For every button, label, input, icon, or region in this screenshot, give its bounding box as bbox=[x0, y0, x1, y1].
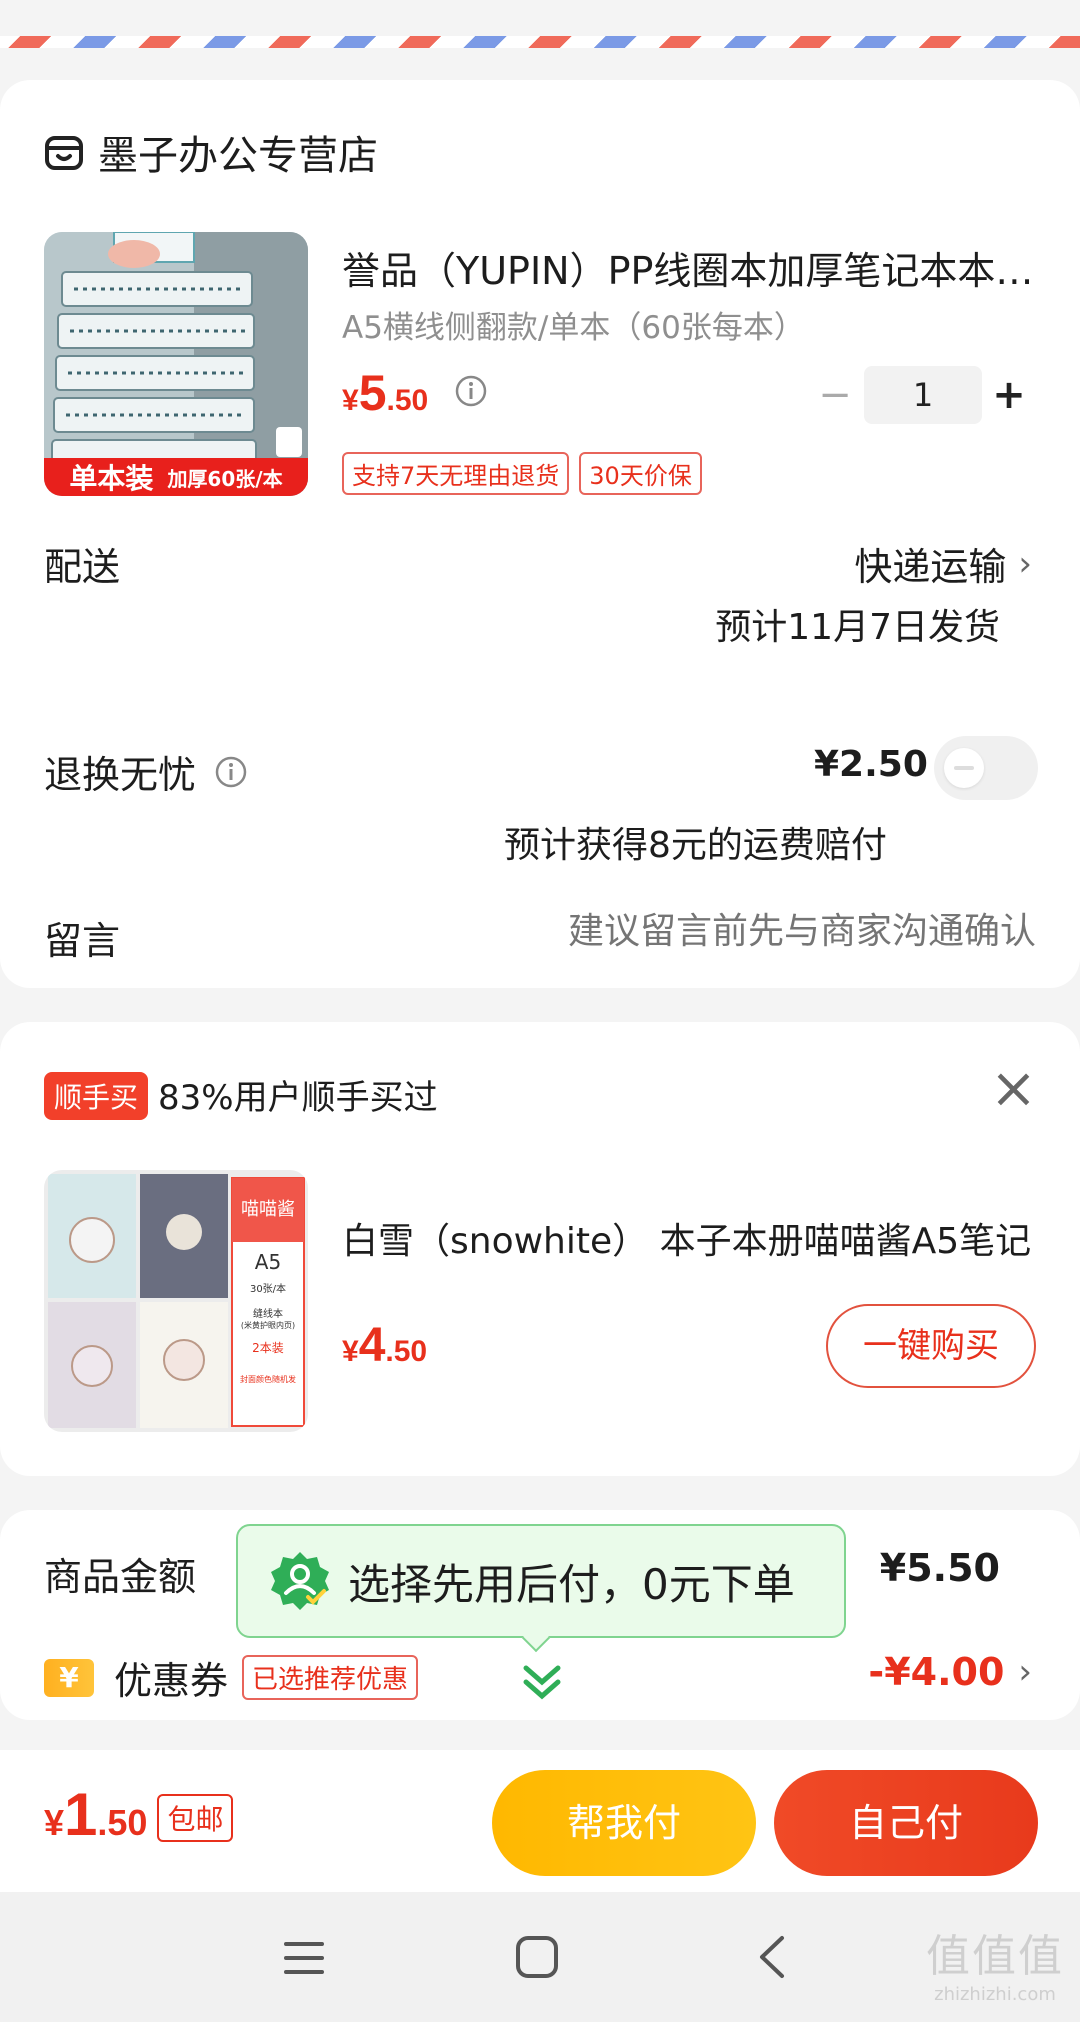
product-thumbnail[interactable]: 单本装 加厚60张/本 bbox=[44, 232, 308, 496]
coupon-row[interactable]: ¥ 优惠券 已选推荐优惠 bbox=[44, 1650, 419, 1705]
banner-main-text: 单本装 bbox=[69, 462, 154, 495]
message-label: 留言 bbox=[44, 919, 121, 963]
pay-bar: ¥ 1 .50 包邮 帮我付 自己付 bbox=[0, 1750, 1080, 1892]
pay-for-me-button[interactable]: 帮我付 bbox=[492, 1770, 756, 1876]
banner-sub-text: 加厚60张/本 bbox=[167, 466, 283, 491]
price-symbol: ¥ bbox=[342, 384, 359, 417]
total-price-integer: 1 bbox=[64, 1781, 98, 1848]
product-spec[interactable]: A5横线侧翻款/单本（60张每本） bbox=[342, 302, 805, 347]
thumb-title: 喵喵酱 bbox=[241, 1199, 295, 1220]
menu-nav-icon[interactable] bbox=[282, 1936, 326, 1980]
close-icon[interactable]: × bbox=[990, 1054, 1037, 1124]
thumb-line3: (米黄护眼内页) bbox=[240, 1321, 296, 1330]
pay-later-text: 选择先用后付，0元下单 bbox=[348, 1559, 795, 1609]
message-input[interactable] bbox=[476, 902, 1036, 960]
addon-price-decimal: .50 bbox=[385, 1335, 428, 1368]
addon-title[interactable]: 白雪（snowhite） 本子本册喵喵酱A5笔记… bbox=[342, 1212, 1032, 1264]
airmail-border bbox=[0, 36, 1080, 48]
summary-card: 商品金额 ¥5.50 ¥ 优惠券 已选推荐优惠 -¥4.00 › 选择先用后付，… bbox=[0, 1510, 1080, 1720]
product-title[interactable]: 誉品（YUPIN）PP线圈本加厚笔记本本… bbox=[342, 240, 1032, 295]
addon-thumb-labels: 喵喵酱 A5 30张/本 缝线本 (米黄护眼内页) 2本装 封面颜色随机发 bbox=[232, 1178, 304, 1385]
pay-myself-button[interactable]: 自己付 bbox=[774, 1770, 1038, 1876]
watermark-sub: zhizhizhi.com bbox=[934, 1984, 1056, 2005]
tag-price-protect: 30天价保 bbox=[579, 452, 702, 495]
shop-name: 墨子办公专营店 bbox=[98, 133, 378, 179]
toggle-knob bbox=[944, 748, 984, 788]
total-price-symbol: ¥ bbox=[44, 1802, 65, 1843]
goods-amount-label: 商品金额 bbox=[44, 1555, 197, 1599]
delivery-method[interactable]: 快递运输 › bbox=[854, 536, 1032, 591]
shop-header[interactable]: 墨子办公专营店 bbox=[44, 120, 378, 184]
system-nav-bar: 值值值 zhizhizhi.com bbox=[0, 1892, 1080, 2022]
tag-7day-return: 支持7天无理由退货 bbox=[342, 452, 570, 495]
addon-card: 顺手买 83%用户顺手买过 × 喵喵酱 A5 30张/本 缝线本 (米黄护眼内页… bbox=[0, 1022, 1080, 1476]
thumb-line5: 封面颜色随机发 bbox=[240, 1375, 296, 1384]
addon-thumbnail[interactable]: 喵喵酱 A5 30张/本 缝线本 (米黄护眼内页) 2本装 封面颜色随机发 bbox=[44, 1170, 308, 1432]
price-info-icon[interactable] bbox=[454, 374, 488, 408]
total-price-decimal: .50 bbox=[97, 1802, 148, 1843]
pay-later-popup[interactable]: 选择先用后付，0元下单 bbox=[236, 1524, 846, 1638]
delivery-method-text: 快递运输 bbox=[854, 545, 1007, 589]
quantity-input[interactable]: 1 bbox=[864, 366, 982, 424]
addon-badge: 顺手买 bbox=[44, 1072, 149, 1120]
addon-price-symbol: ¥ bbox=[342, 1335, 359, 1368]
return-service-toggle[interactable] bbox=[934, 736, 1038, 800]
return-service-row: 退换无忧 bbox=[44, 744, 248, 799]
price-integer: 5 bbox=[358, 365, 387, 421]
total-price: ¥ 1 .50 包邮 bbox=[44, 1780, 234, 1849]
quantity-minus-button[interactable]: − bbox=[808, 368, 862, 422]
order-card: 墨子办公专营店 单本装 加厚60张/本 誉品（YUPIN）PP线圈本加厚笔记本本… bbox=[0, 80, 1080, 988]
quantity-plus-button[interactable]: + bbox=[982, 368, 1036, 422]
addon-price-integer: 4 bbox=[358, 1319, 386, 1372]
addon-price: ¥ 4 .50 bbox=[342, 1318, 427, 1373]
info-icon[interactable] bbox=[214, 755, 248, 789]
watermark: 值值值 zhizhizhi.com bbox=[926, 1920, 1064, 2005]
chevron-right-icon: › bbox=[1018, 1652, 1032, 1692]
thumb-line1: 30张/本 bbox=[249, 1284, 287, 1295]
thumbnail-banner: 单本装 加厚60张/本 bbox=[44, 458, 308, 496]
chevron-right-icon: › bbox=[1018, 543, 1032, 584]
coupon-amount[interactable]: -¥4.00 › bbox=[868, 1650, 1032, 1694]
double-chevron-down-icon[interactable] bbox=[520, 1660, 564, 1704]
thumb-line4: 2本装 bbox=[252, 1341, 284, 1355]
coupon-label: 优惠券 bbox=[114, 1659, 229, 1703]
store-icon bbox=[44, 132, 84, 172]
coupon-icon: ¥ bbox=[44, 1658, 94, 1697]
delivery-label: 配送 bbox=[44, 545, 121, 589]
return-service-label: 退换无忧 bbox=[44, 753, 197, 797]
delivery-eta: 预计11月7日发货 bbox=[715, 607, 1000, 648]
product-tags: 支持7天无理由退货 30天价保 bbox=[342, 452, 702, 495]
back-nav-icon[interactable] bbox=[752, 1934, 792, 1980]
goods-amount-value: ¥5.50 bbox=[879, 1546, 1000, 1590]
one-click-buy-button[interactable]: 一键购买 bbox=[826, 1304, 1036, 1388]
return-service-note: 预计获得8元的运费赔付 bbox=[504, 825, 887, 866]
coupon-tag: 已选推荐优惠 bbox=[242, 1655, 419, 1700]
thumb-size: A5 bbox=[254, 1250, 282, 1274]
free-shipping-tag: 包邮 bbox=[157, 1794, 234, 1842]
coupon-amount-text: -¥4.00 bbox=[868, 1650, 1005, 1694]
return-service-price: ¥2.50 bbox=[814, 744, 928, 785]
addon-subtitle: 83%用户顺手买过 bbox=[158, 1078, 438, 1118]
watermark-main: 值值值 bbox=[926, 1931, 1064, 1982]
thumb-line2: 缝线本 bbox=[253, 1309, 283, 1320]
price-decimal: .50 bbox=[386, 384, 429, 417]
pay-later-badge-icon bbox=[268, 1549, 332, 1613]
home-nav-icon[interactable] bbox=[514, 1934, 560, 1980]
product-price: ¥ 5 .50 bbox=[342, 364, 428, 422]
